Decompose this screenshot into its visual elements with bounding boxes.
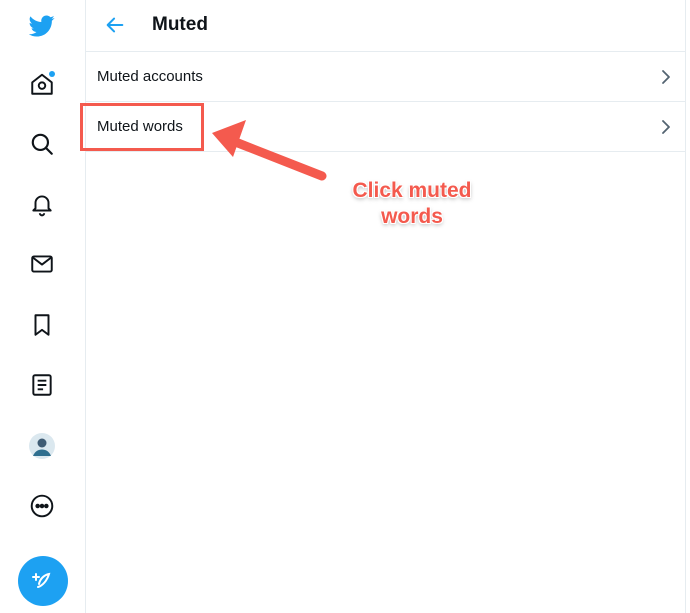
explore-search-icon[interactable]: [21, 123, 63, 165]
home-icon[interactable]: [21, 63, 63, 105]
more-options-icon[interactable]: [21, 485, 63, 527]
chevron-right-icon: [662, 70, 670, 84]
notification-dot: [49, 71, 55, 77]
muted-accounts-row[interactable]: Muted accounts: [86, 52, 685, 102]
lists-icon[interactable]: [21, 364, 63, 406]
row-label: Muted words: [97, 118, 183, 135]
page-title: Muted: [152, 14, 208, 35]
annotation-callout: Click muted words: [334, 178, 490, 230]
callout-line-2: words: [381, 205, 443, 228]
page-header: Muted: [86, 0, 685, 52]
muted-words-row[interactable]: Muted words: [86, 102, 685, 152]
chevron-right-icon: [662, 120, 670, 134]
back-arrow-icon: [106, 17, 124, 33]
compose-tweet-button[interactable]: [18, 556, 68, 606]
bookmarks-icon[interactable]: [21, 304, 63, 346]
back-button[interactable]: [98, 8, 132, 42]
callout-line-1: Click muted: [352, 179, 472, 202]
compose-tweet-icon: [32, 572, 51, 588]
messages-envelope-icon[interactable]: [21, 243, 63, 285]
row-label: Muted accounts: [97, 68, 203, 85]
main-panel: Muted Muted accounts Muted words: [86, 0, 686, 613]
profile-avatar-icon[interactable]: [21, 425, 63, 467]
twitter-logo-icon[interactable]: [21, 5, 63, 47]
notifications-bell-icon[interactable]: [21, 183, 63, 225]
sidebar: [0, 0, 86, 613]
